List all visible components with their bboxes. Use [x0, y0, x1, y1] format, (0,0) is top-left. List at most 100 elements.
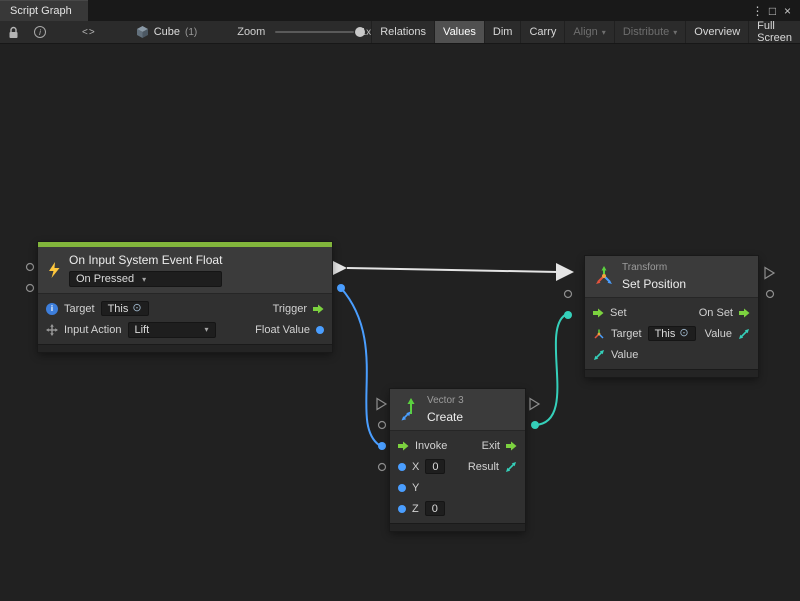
connection-trigger-to-set[interactable] [347, 268, 558, 272]
result-port[interactable]: Result [468, 461, 517, 473]
event-trigger-port[interactable]: Trigger [273, 303, 324, 315]
y-port-connector[interactable] [378, 442, 386, 450]
setpos-subtitle: Transform [622, 262, 686, 273]
cube-icon [136, 25, 149, 39]
relations-button[interactable]: Relations [371, 21, 434, 43]
value-out-port[interactable]: Value [705, 328, 750, 340]
setpos-node-ports: Set On Set [585, 297, 758, 369]
event-inputaction-port-connector[interactable] [27, 285, 34, 292]
align-button[interactable]: Align ▾ [564, 21, 613, 43]
target-breadcrumb[interactable]: Cube (1) [136, 25, 198, 39]
invoke-label: Invoke [415, 440, 447, 452]
vector3-x-row: X 0 Result [390, 456, 525, 477]
node-on-input-system-event-float[interactable]: On Input System Event Float On Pressed ▾… [38, 242, 332, 352]
z-value-field[interactable]: 0 [425, 501, 445, 516]
event-node-footer [38, 344, 332, 352]
target-icon: ⊙ [132, 303, 141, 314]
trigger-source-arrow[interactable] [333, 261, 347, 275]
z-port-connector[interactable] [379, 464, 386, 471]
vector3-y-row: Y [390, 477, 525, 498]
setpos-target-field[interactable]: This ⊙ [648, 326, 696, 341]
zoom-slider-track [275, 31, 353, 33]
result-port-connector[interactable] [531, 421, 539, 429]
event-node-title: On Input System Event Float [69, 253, 222, 267]
menu-icon[interactable]: ⋮ [750, 5, 765, 17]
connection-floatvalue-to-y[interactable] [341, 288, 379, 445]
flow-arrow-icon [739, 308, 750, 318]
values-button[interactable]: Values [434, 21, 484, 43]
vector3-icon [399, 398, 419, 422]
float-port-icon [398, 484, 406, 492]
chevron-down-icon: ▾ [142, 275, 146, 284]
onset-port-connector[interactable] [765, 268, 774, 279]
chevron-down-icon: ▾ [602, 28, 606, 37]
setpos-header-text: Transform Set Position [622, 262, 686, 291]
dim-button[interactable]: Dim [484, 21, 521, 43]
x-value-field[interactable]: 0 [425, 459, 445, 474]
z-value: 0 [432, 503, 438, 515]
lightning-icon [47, 262, 61, 279]
code-icon: <> [82, 27, 96, 38]
float-value-port[interactable]: Float Value [255, 324, 324, 336]
exit-port[interactable]: Exit [482, 440, 517, 452]
input-action-value: Lift [135, 324, 150, 336]
value-out-port-connector[interactable] [767, 291, 774, 298]
lock-button[interactable] [4, 21, 23, 43]
graph-canvas[interactable]: On Input System Event Float On Pressed ▾… [0, 44, 800, 601]
code-button[interactable]: <> [78, 21, 100, 43]
event-target-field[interactable]: This ⊙ [101, 301, 149, 316]
restore-icon[interactable]: □ [765, 5, 780, 17]
info-button[interactable]: i [30, 21, 50, 43]
transform-mini-icon [593, 328, 605, 340]
invoke-port-connector[interactable] [377, 399, 386, 410]
float-value-label: Float Value [255, 324, 310, 336]
distribute-button[interactable]: Distribute ▾ [614, 21, 685, 43]
vector3-z-row: Z 0 [390, 498, 525, 519]
setpos-value-row: Value [585, 344, 758, 365]
zoom-slider[interactable] [275, 26, 353, 38]
target-name: Cube [154, 26, 180, 38]
setpos-node-header: Transform Set Position [585, 256, 758, 297]
event-node-header: On Input System Event Float On Pressed ▾ [38, 247, 332, 293]
vector3-title: Create [427, 410, 464, 424]
full-screen-button[interactable]: Full Screen [748, 21, 800, 43]
window-controls: ⋮ □ × [750, 0, 800, 21]
float-port-icon [316, 326, 324, 334]
close-icon[interactable]: × [780, 5, 795, 17]
graph-toolbar: i <> Cube (1) Zoom 1x Relations Values D… [0, 21, 800, 44]
carry-button[interactable]: Carry [520, 21, 564, 43]
node-transform-set-position[interactable]: Transform Set Position Set On Set [585, 256, 758, 377]
flow-arrow-icon [593, 308, 604, 318]
tab-bar: Script Graph ⋮ □ × [0, 0, 800, 21]
event-mode-dropdown[interactable]: On Pressed ▾ [69, 271, 222, 287]
event-node-ports: i Target This ⊙ Trigger [38, 293, 332, 344]
float-port-icon [398, 463, 406, 471]
target-icon: ⊙ [679, 328, 688, 339]
event-target-port-connector[interactable] [27, 264, 34, 271]
setpos-target-label: Target [611, 328, 642, 340]
connection-result-to-value[interactable] [535, 315, 565, 425]
vector3-invoke-row: Invoke Exit [390, 435, 525, 456]
tab-script-graph[interactable]: Script Graph [0, 0, 88, 21]
transform-icon [594, 266, 614, 288]
float-port-icon [398, 505, 406, 513]
z-label: Z [412, 503, 419, 515]
exit-port-connector[interactable] [530, 399, 539, 410]
set-label: Set [610, 307, 627, 319]
overview-button[interactable]: Overview [685, 21, 748, 43]
setpos-target-port-connector[interactable] [565, 291, 572, 298]
x-port-connector[interactable] [379, 422, 386, 429]
node-vector3-create[interactable]: Vector 3 Create Invoke Exit [390, 389, 525, 531]
set-destination-arrow[interactable] [556, 263, 574, 281]
input-action-dropdown[interactable]: Lift ▾ [128, 322, 216, 338]
setpos-set-row: Set On Set [585, 302, 758, 323]
float-value-port-connector[interactable] [337, 284, 345, 292]
vector3-subtitle: Vector 3 [427, 395, 464, 406]
trigger-label: Trigger [273, 303, 307, 315]
on-set-port[interactable]: On Set [699, 307, 750, 319]
flow-arrow-icon [506, 441, 517, 451]
y-label: Y [412, 482, 419, 494]
value-in-port-connector[interactable] [564, 311, 572, 319]
x-value: 0 [432, 461, 438, 473]
x-label: X [412, 461, 419, 473]
